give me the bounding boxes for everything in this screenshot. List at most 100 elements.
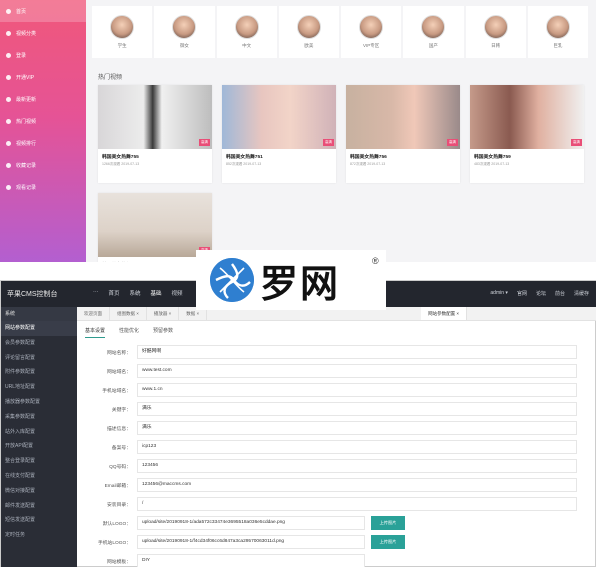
sidebar-item[interactable]: 视频分类 bbox=[0, 22, 86, 44]
field-input[interactable]: upload/site/20190918-1/ada572c33474e3695… bbox=[137, 516, 365, 530]
category-item[interactable]: VIP专区 bbox=[341, 6, 402, 58]
sidebar-menu-item[interactable]: 站外入库配置 bbox=[1, 425, 77, 440]
video-card[interactable]: 高清 韩国美女热舞755 1266次观看 2019-07-13 bbox=[98, 85, 212, 183]
sidebar-menu-item[interactable]: URL地址配置 bbox=[1, 380, 77, 395]
settings-subtab[interactable]: 基本设置 bbox=[85, 327, 106, 338]
top-link[interactable]: 官网 bbox=[517, 290, 527, 297]
field-label: 安装目录： bbox=[107, 502, 131, 508]
sidebar-item[interactable]: 最新更新 bbox=[0, 88, 86, 110]
field-label: Email邮箱： bbox=[104, 483, 131, 489]
field-input[interactable]: www.1.cn bbox=[137, 383, 577, 397]
video-meta: 483次观看 2019-07-13 bbox=[474, 162, 510, 166]
form-row: Email邮箱： 123456@maccms.com bbox=[91, 478, 577, 492]
field-label: 描述信息： bbox=[107, 426, 131, 432]
field-input[interactable]: icp123 bbox=[137, 440, 577, 454]
sidebar-item[interactable]: 热门视频 bbox=[0, 110, 86, 132]
category-item[interactable]: 国产 bbox=[403, 6, 464, 58]
page-tab[interactable]: 播放器 × bbox=[147, 307, 180, 320]
category-avatar bbox=[421, 15, 446, 39]
admin-top-links: admin ▾ 官网 论坛 前台 清缓存 bbox=[481, 290, 589, 297]
video-card[interactable]: 高清韩国美女热舞750 bbox=[98, 193, 212, 262]
hot-videos-title: 热门视频 bbox=[98, 75, 123, 81]
category-item[interactable]: 中文 bbox=[216, 6, 277, 58]
category-item[interactable]: 欧美 bbox=[278, 6, 339, 58]
field-input[interactable]: 123456 bbox=[137, 459, 577, 473]
video-title[interactable]: 韩国美女热舞755 bbox=[98, 149, 212, 162]
field-input[interactable]: www.test.com bbox=[137, 364, 577, 378]
video-thumbnail[interactable]: 高清 bbox=[222, 85, 336, 149]
sidebar-group-header[interactable]: 系统 bbox=[1, 307, 77, 321]
field-input[interactable]: / bbox=[137, 497, 577, 511]
upload-image-button[interactable]: 上传图片 bbox=[371, 516, 405, 530]
video-card[interactable]: 高清 韩国美女热舞751 852次观看 2019-07-13 bbox=[222, 85, 336, 183]
front-sidebar: 首页视频分类登录 开通VIP 最新更新 热门视频 视频排行 收藏记录观看记录 bbox=[0, 0, 86, 262]
top-link[interactable]: 清缓存 bbox=[574, 290, 589, 297]
category-item[interactable]: 御女 bbox=[154, 6, 215, 58]
video-card[interactable]: 高清 韩国美女热舞756 872次观看 2019-07-13 bbox=[346, 85, 460, 183]
sidebar-item[interactable]: 登录 bbox=[0, 44, 86, 66]
field-input[interactable]: 满乐 bbox=[137, 421, 577, 435]
video-card[interactable]: 高清 韩国美女热舞759 483次观看 2019-07-13 bbox=[470, 85, 584, 183]
top-nav-item[interactable]: 系统 bbox=[130, 289, 141, 297]
sidebar-menu-item[interactable]: 播放器参数配置 bbox=[1, 395, 77, 410]
sidebar-menu-item[interactable]: 会员参数配置 bbox=[1, 336, 77, 351]
category-item[interactable]: 日韩 bbox=[465, 6, 526, 58]
sidebar-menu-item[interactable]: 采集参数配置 bbox=[1, 410, 77, 425]
form-row: 手机站LOGO： upload/site/20190918-1/f4cd34f06… bbox=[91, 535, 405, 549]
form-row: 网站名称： 好酷网啊 bbox=[91, 345, 577, 359]
sidebar-menu-item[interactable]: 整合登录配置 bbox=[1, 454, 77, 469]
sidebar-item[interactable]: 首页 bbox=[0, 0, 86, 22]
category-item[interactable]: 学生 bbox=[92, 6, 153, 58]
field-input[interactable]: upload/site/20190918-1/f4cd34f06cc6d847a… bbox=[137, 535, 365, 549]
video-thumbnail[interactable]: 高清 bbox=[346, 85, 460, 149]
page-tab[interactable]: 欢迎页面 bbox=[77, 307, 110, 320]
form-row: 网站域名： www.test.com bbox=[91, 364, 577, 378]
category-avatar bbox=[359, 15, 384, 39]
category-item[interactable]: 巨乳 bbox=[527, 6, 588, 58]
field-input[interactable]: 123456@maccms.com bbox=[137, 478, 577, 492]
field-input[interactable]: DIY bbox=[137, 554, 365, 567]
field-label: QQ号码： bbox=[109, 464, 131, 470]
page-tab[interactable]: 网站参数配置 × bbox=[421, 307, 468, 320]
video-title[interactable]: 韩国美女热舞750 bbox=[98, 257, 212, 262]
sidebar-menu-item[interactable]: 附件参数配置 bbox=[1, 365, 77, 380]
settings-subtab[interactable]: 性能优化 bbox=[119, 327, 139, 338]
video-thumbnail[interactable]: 高清 bbox=[470, 85, 584, 149]
sidebar-item[interactable]: 观看记录 bbox=[0, 176, 86, 198]
upload-image-button[interactable]: 上传图片 bbox=[371, 535, 405, 549]
page-tab[interactable]: 组图数据 × bbox=[110, 307, 147, 320]
video-title[interactable]: 韩国美女热舞756 bbox=[346, 149, 460, 162]
sidebar-item[interactable]: 视频排行 bbox=[0, 132, 86, 154]
video-title[interactable]: 韩国美女热舞759 bbox=[470, 149, 584, 162]
field-input[interactable]: 满乐 bbox=[137, 402, 577, 416]
top-nav-item[interactable]: 基础 bbox=[151, 289, 162, 297]
video-title[interactable]: 韩国美女热舞751 bbox=[222, 149, 336, 162]
top-nav-item[interactable]: 首页 bbox=[109, 289, 120, 297]
admin-brand: 苹果CMS控制台 bbox=[7, 291, 58, 298]
sidebar-menu-item[interactable]: 网站参数配置 bbox=[1, 321, 77, 336]
sidebar-menu-item[interactable]: 短信发送配置 bbox=[1, 513, 77, 528]
sidebar-item[interactable]: 收藏记录 bbox=[0, 154, 86, 176]
top-link[interactable]: 前台 bbox=[555, 290, 565, 297]
top-link[interactable]: 论坛 bbox=[536, 290, 546, 297]
video-thumbnail[interactable]: 高清 bbox=[98, 85, 212, 149]
top-nav-item[interactable]: 视频 bbox=[172, 289, 183, 297]
sidebar-item[interactable]: 开通VIP bbox=[0, 66, 86, 88]
sidebar-menu-item[interactable]: 在线支付配置 bbox=[1, 469, 77, 484]
settings-subtab[interactable]: 预留参数 bbox=[153, 327, 173, 338]
sidebar-menu-item[interactable]: 微信对接配置 bbox=[1, 484, 77, 499]
top-link[interactable]: admin ▾ bbox=[490, 290, 508, 297]
field-input[interactable]: 好酷网啊 bbox=[137, 345, 577, 359]
menu-dot-icon bbox=[6, 118, 11, 124]
video-thumbnail[interactable]: 高清 bbox=[98, 193, 212, 257]
sidebar-menu-item[interactable]: 评论留言配置 bbox=[1, 351, 77, 366]
form-row: 默认LOGO： upload/site/20190918-1/ada572c334… bbox=[91, 516, 405, 530]
field-label: 网站模板： bbox=[107, 559, 131, 565]
form-row: 备案号： icp123 bbox=[91, 440, 577, 454]
sidebar-menu-item[interactable]: 邮件发送配置 bbox=[1, 499, 77, 514]
sidebar-item-label: 视频分类 bbox=[16, 30, 37, 37]
sidebar-menu-item[interactable]: 定时任务 bbox=[1, 528, 77, 543]
sidebar-menu-item[interactable]: 开放API配置 bbox=[1, 439, 77, 454]
top-nav-item[interactable]: ··· bbox=[93, 289, 99, 297]
sidebar-item-label: 观看记录 bbox=[16, 184, 37, 191]
